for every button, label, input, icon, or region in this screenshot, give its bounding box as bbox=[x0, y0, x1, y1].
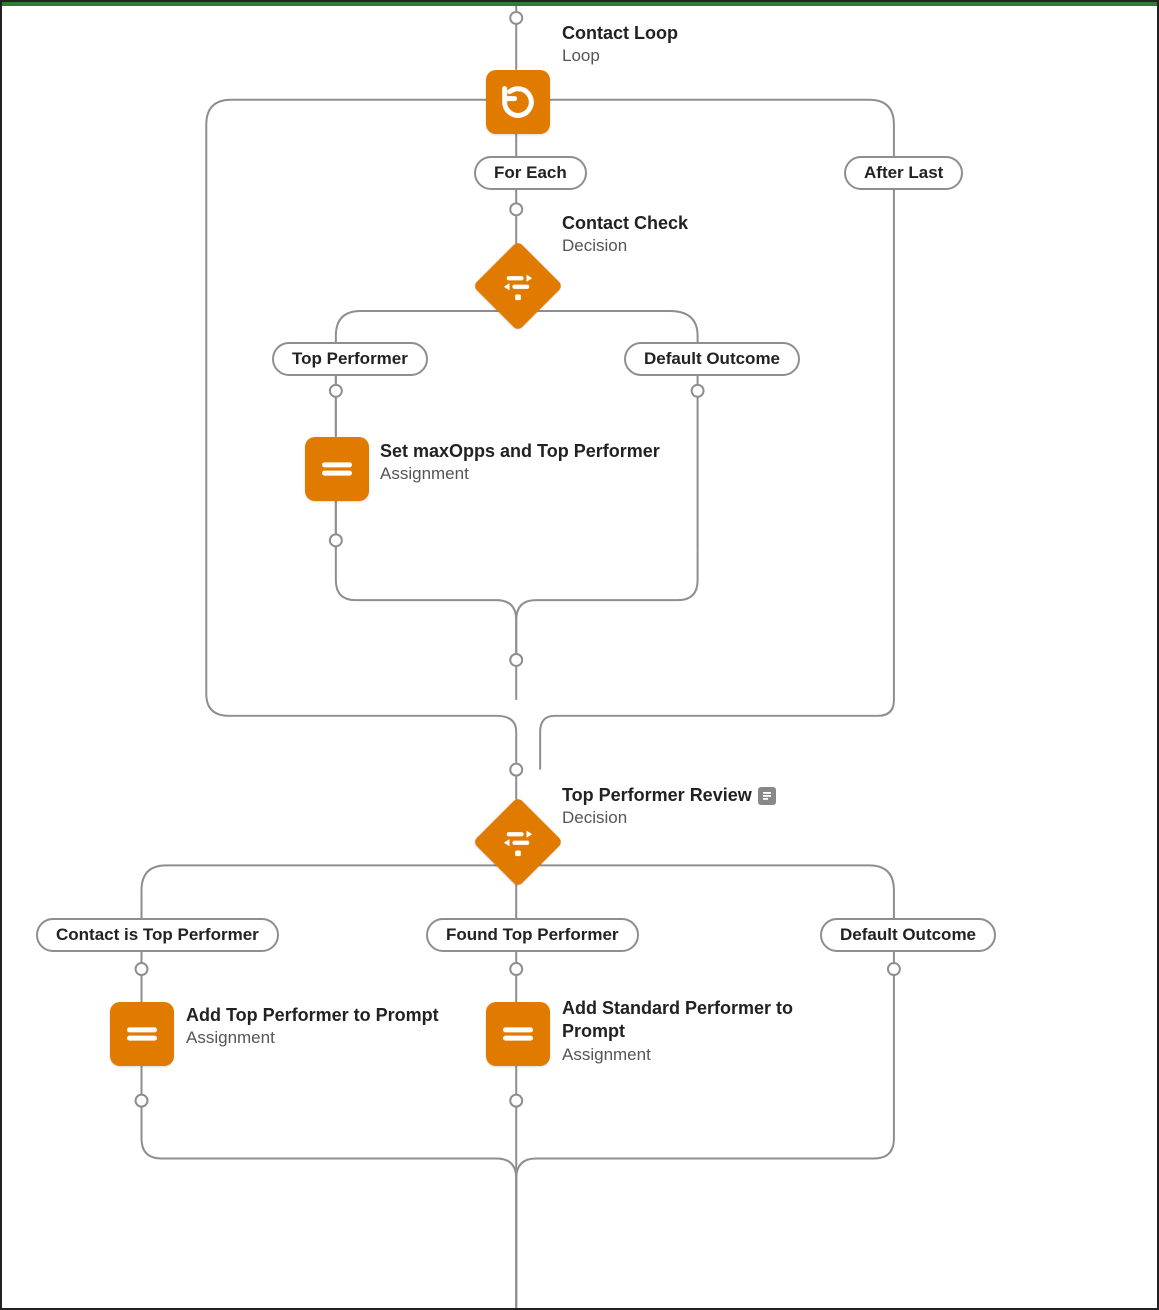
assignment-add-std-title: Add Standard Performer to Prompt bbox=[562, 997, 822, 1044]
decision-contact-check-type: Decision bbox=[562, 235, 688, 257]
loop-icon bbox=[498, 82, 538, 122]
loop-node-label: Contact Loop Loop bbox=[562, 22, 678, 67]
decision-contact-check-title: Contact Check bbox=[562, 212, 688, 235]
assignment-set-max-icon[interactable] bbox=[305, 437, 369, 501]
decision-contact-check-icon[interactable] bbox=[473, 241, 564, 332]
assignment-add-top-icon[interactable] bbox=[110, 1002, 174, 1066]
description-icon bbox=[758, 787, 776, 805]
branch-top-performer[interactable]: Top Performer bbox=[272, 342, 428, 376]
list-lines-icon bbox=[761, 790, 773, 802]
branch-after-last[interactable]: After Last bbox=[844, 156, 963, 190]
loop-node-icon[interactable] bbox=[486, 70, 550, 134]
decision-review-label: Top Performer Review Decision bbox=[562, 784, 776, 829]
assignment-icon bbox=[122, 1014, 162, 1054]
flow-canvas[interactable]: Contact Loop Loop For Each After Last Co… bbox=[0, 0, 1159, 1310]
assignment-add-std-icon[interactable] bbox=[486, 1002, 550, 1066]
assignment-add-top-title: Add Top Performer to Prompt bbox=[186, 1004, 439, 1027]
branch-default-outcome-2[interactable]: Default Outcome bbox=[820, 918, 996, 952]
branch-default-outcome[interactable]: Default Outcome bbox=[624, 342, 800, 376]
assignment-set-max-type: Assignment bbox=[380, 463, 660, 485]
assignment-add-top-label: Add Top Performer to Prompt Assignment bbox=[186, 1004, 439, 1049]
assignment-add-std-type: Assignment bbox=[562, 1044, 822, 1066]
assignment-add-top-type: Assignment bbox=[186, 1027, 439, 1049]
assignment-icon bbox=[498, 1014, 538, 1054]
decision-icon bbox=[501, 825, 535, 859]
flow-connectors bbox=[2, 2, 1157, 1308]
decision-review-title: Top Performer Review bbox=[562, 784, 776, 807]
decision-contact-check-label: Contact Check Decision bbox=[562, 212, 688, 257]
decision-review-title-text: Top Performer Review bbox=[562, 784, 752, 807]
decision-review-icon[interactable] bbox=[473, 797, 564, 888]
decision-review-type: Decision bbox=[562, 807, 776, 829]
decision-icon bbox=[501, 269, 535, 303]
loop-node-title: Contact Loop bbox=[562, 22, 678, 45]
branch-for-each[interactable]: For Each bbox=[474, 156, 587, 190]
assignment-icon bbox=[317, 449, 357, 489]
window-accent-bar bbox=[2, 2, 1157, 6]
branch-found-top[interactable]: Found Top Performer bbox=[426, 918, 639, 952]
loop-node-type: Loop bbox=[562, 45, 678, 67]
assignment-add-std-label: Add Standard Performer to Prompt Assignm… bbox=[562, 997, 822, 1066]
assignment-set-max-title: Set maxOpps and Top Performer bbox=[380, 440, 660, 463]
assignment-set-max-label: Set maxOpps and Top Performer Assignment bbox=[380, 440, 660, 485]
branch-contact-is-top[interactable]: Contact is Top Performer bbox=[36, 918, 279, 952]
